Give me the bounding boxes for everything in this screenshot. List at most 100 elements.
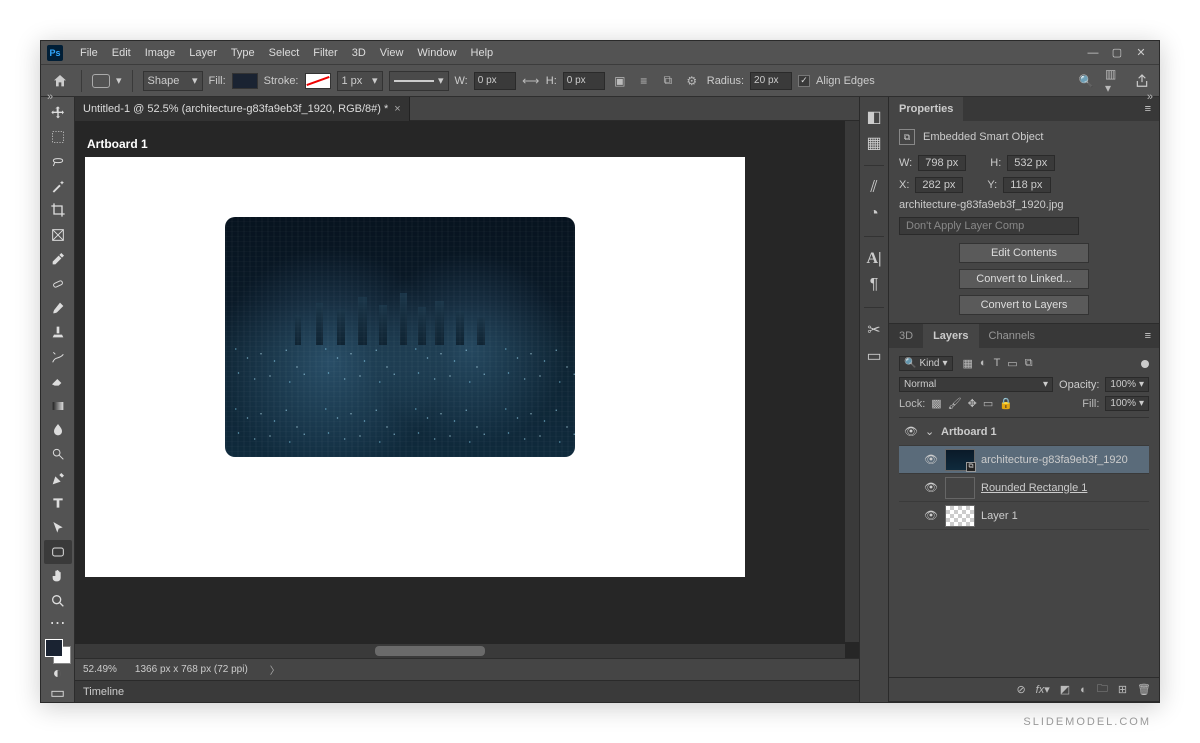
- tab-3d[interactable]: 3D: [889, 324, 923, 348]
- dodge-tool[interactable]: [44, 443, 72, 466]
- shape-preview-icon[interactable]: [92, 74, 110, 88]
- menu-3d[interactable]: 3D: [345, 47, 373, 59]
- link-layers-icon[interactable]: ⊘: [1016, 683, 1025, 696]
- lock-all-icon[interactable]: 🔒: [999, 397, 1013, 410]
- width-input[interactable]: [474, 72, 516, 90]
- menu-view[interactable]: View: [373, 47, 411, 59]
- layer-comp-select[interactable]: Don't Apply Layer Comp: [899, 217, 1079, 235]
- prop-w-value[interactable]: 798 px: [918, 155, 966, 171]
- layer-thumbnail[interactable]: [945, 505, 975, 527]
- collapse-right-icon[interactable]: »: [1147, 91, 1153, 103]
- zoom-tool[interactable]: [44, 589, 72, 612]
- arrange-icon[interactable]: ⧉: [659, 72, 677, 90]
- close-tab-icon[interactable]: ×: [394, 103, 400, 115]
- color-picker[interactable]: [45, 639, 71, 664]
- screenmode-icon[interactable]: ▭: [44, 684, 72, 702]
- window-maximize[interactable]: ▢: [1105, 46, 1129, 59]
- placed-smart-object[interactable]: [225, 217, 575, 457]
- prop-x-value[interactable]: 282 px: [915, 177, 963, 193]
- properties-panel-menu-icon[interactable]: ≡: [1137, 103, 1159, 115]
- lock-pixels-icon[interactable]: 🖌: [948, 397, 962, 410]
- layer-filter-kind[interactable]: 🔍 Kind ▾: [899, 356, 953, 371]
- layer-shape[interactable]: 👁 Rounded Rectangle 1: [899, 474, 1149, 502]
- menu-help[interactable]: Help: [464, 47, 501, 59]
- layers-panel-menu-icon[interactable]: ≡: [1137, 330, 1159, 342]
- artboard[interactable]: [85, 157, 745, 577]
- gradient-tool[interactable]: [44, 394, 72, 417]
- search-icon[interactable]: 🔍: [1077, 72, 1095, 90]
- height-input[interactable]: [563, 72, 605, 90]
- move-tool[interactable]: [44, 101, 72, 124]
- doc-dimensions[interactable]: 1366 px x 768 px (72 ppi): [135, 664, 248, 675]
- document-tab[interactable]: Untitled-1 @ 52.5% (architecture-g83fa9e…: [75, 97, 410, 121]
- character-panel-icon[interactable]: A|: [864, 249, 884, 269]
- history-brush-tool[interactable]: [44, 345, 72, 368]
- status-menu-icon[interactable]: 〉: [270, 662, 280, 677]
- properties-tab[interactable]: Properties: [889, 97, 963, 121]
- pathops-combine-icon[interactable]: ▣: [611, 72, 629, 90]
- convert-linked-button[interactable]: Convert to Linked...: [959, 269, 1089, 289]
- filter-type-icon[interactable]: T: [994, 357, 1001, 370]
- tab-channels[interactable]: Channels: [979, 324, 1045, 348]
- foreground-color-swatch[interactable]: [45, 639, 63, 657]
- eyedropper-tool[interactable]: [44, 247, 72, 270]
- menu-type[interactable]: Type: [224, 47, 262, 59]
- home-icon[interactable]: [49, 70, 71, 92]
- visibility-toggle[interactable]: 👁: [923, 481, 939, 494]
- menu-layer[interactable]: Layer: [182, 47, 224, 59]
- layer-name[interactable]: Layer 1: [981, 510, 1145, 522]
- blend-mode-select[interactable]: Normal ▾: [899, 377, 1053, 392]
- layer-artboard[interactable]: 👁 ⌄ Artboard 1: [899, 418, 1149, 446]
- marquee-tool[interactable]: [44, 125, 72, 148]
- menu-filter[interactable]: Filter: [306, 47, 344, 59]
- eraser-tool[interactable]: [44, 369, 72, 392]
- tab-layers[interactable]: Layers: [923, 324, 978, 348]
- type-tool[interactable]: [44, 492, 72, 515]
- healing-tool[interactable]: [44, 272, 72, 295]
- adjustment-layer-icon[interactable]: ◐: [1080, 684, 1087, 696]
- layer-name[interactable]: Artboard 1: [941, 426, 1145, 438]
- zoom-readout[interactable]: 52.49%: [83, 664, 117, 675]
- actions-panel-icon[interactable]: ✂: [864, 320, 884, 340]
- magic-wand-tool[interactable]: [44, 174, 72, 197]
- layer-name[interactable]: Rounded Rectangle 1: [981, 482, 1145, 494]
- opacity-input[interactable]: 100% ▾: [1105, 377, 1149, 392]
- styles-panel-icon[interactable]: ◔: [864, 204, 884, 224]
- workspace-icon[interactable]: ▥ ▾: [1105, 72, 1123, 90]
- edit-contents-button[interactable]: Edit Contents: [959, 243, 1089, 263]
- lock-trans-icon[interactable]: ▩: [931, 397, 941, 410]
- lasso-tool[interactable]: [44, 150, 72, 173]
- brush-tool[interactable]: [44, 296, 72, 319]
- visibility-toggle[interactable]: 👁: [923, 453, 939, 466]
- blur-tool[interactable]: [44, 418, 72, 441]
- stroke-width-select[interactable]: 1 px▾: [337, 71, 383, 91]
- horizontal-scrollbar[interactable]: [75, 644, 845, 658]
- visibility-toggle[interactable]: 👁: [903, 425, 919, 438]
- filter-adjust-icon[interactable]: ◐: [980, 357, 987, 370]
- align-edges-checkbox[interactable]: ✓: [798, 75, 810, 87]
- stroke-swatch[interactable]: [305, 73, 331, 89]
- group-layers-icon[interactable]: 🗀: [1097, 680, 1108, 699]
- radius-input[interactable]: [750, 72, 792, 90]
- filter-pixel-icon[interactable]: ▦: [963, 357, 973, 370]
- quickmask-icon[interactable]: ◐: [44, 665, 72, 683]
- menu-window[interactable]: Window: [410, 47, 463, 59]
- swatches-panel-icon[interactable]: ▦: [864, 133, 884, 153]
- menu-image[interactable]: Image: [138, 47, 183, 59]
- menu-select[interactable]: Select: [262, 47, 307, 59]
- canvas[interactable]: Artboard 1: [75, 121, 859, 658]
- lock-position-icon[interactable]: ✥: [968, 397, 977, 410]
- settings-gear-icon[interactable]: ⚙: [683, 72, 701, 90]
- pen-tool[interactable]: [44, 467, 72, 490]
- adjustments-panel-icon[interactable]: ⫽: [864, 178, 884, 198]
- paragraph-panel-icon[interactable]: ¶: [864, 275, 884, 295]
- window-close[interactable]: ✕: [1129, 46, 1153, 59]
- convert-layers-button[interactable]: Convert to Layers: [959, 295, 1089, 315]
- layer-smartobject[interactable]: 👁 ⧉ architecture-g83fa9eb3f_1920: [899, 446, 1149, 474]
- share-icon[interactable]: [1133, 72, 1151, 90]
- layer-thumbnail[interactable]: ⧉: [945, 449, 975, 471]
- collapse-icon[interactable]: ⌄: [925, 425, 935, 438]
- window-minimize[interactable]: —: [1081, 47, 1105, 59]
- filter-toggle[interactable]: [1141, 360, 1149, 368]
- timeline-panel-tab[interactable]: Timeline: [75, 680, 859, 702]
